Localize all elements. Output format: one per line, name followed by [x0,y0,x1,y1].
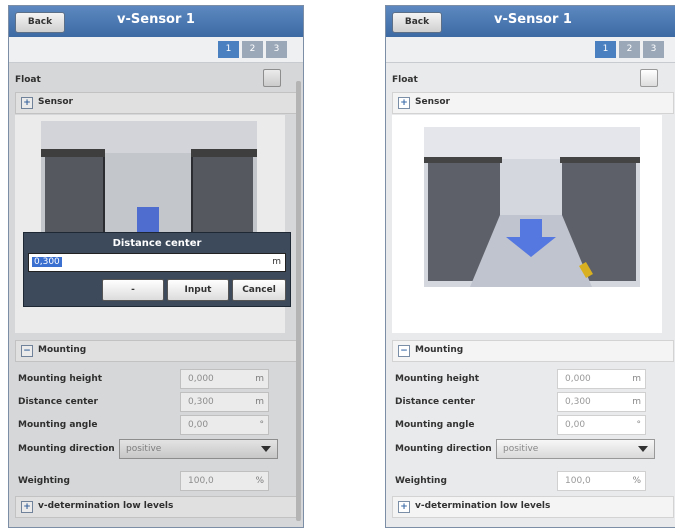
field-label: Distance center [395,397,475,407]
input-button[interactable]: Input [167,279,229,301]
page-tab-3[interactable]: 3 [266,41,287,58]
field-unit: ° [636,420,642,430]
back-button[interactable]: Back [392,12,442,33]
page-tab-2[interactable]: 2 [619,41,640,58]
page-tab-3[interactable]: 3 [643,41,664,58]
channel-illustration [424,127,640,287]
field-unit: % [632,476,641,486]
float-label: Float [392,75,418,85]
field-value: 0,300 [565,397,591,407]
page-tabs: 1 2 3 [386,37,675,63]
dialog-title: Distance center [112,238,202,249]
weighting-field[interactable]: 100,0 % [557,471,646,491]
sensor-illustration [392,115,662,333]
title-bar: Back v-Sensor 1 [9,6,303,37]
screen-title: v-Sensor 1 [494,12,572,27]
screen-left: Back v-Sensor 1 1 2 3 Float + Sensor − M… [8,5,304,528]
mounting-section-label: Mounting [415,345,464,355]
expand-icon: + [398,501,410,513]
field-label: Mounting height [395,374,480,384]
title-bar: Back v-Sensor 1 [386,6,675,37]
weighting-row: Weighting 100,0 % [392,471,674,491]
mounting-height-field[interactable]: 0,000 m [557,369,646,389]
distance-center-row: Distance center 0,300 m [392,392,674,412]
field-unit: m [632,397,641,407]
settings-content: Float + Sensor − Mounting Mounting heigh… [386,63,675,527]
distance-center-field[interactable]: 0,300 m [557,392,646,412]
screen-right: Back v-Sensor 1 1 2 3 Float + Sensor − M… [385,5,675,528]
mounting-direction-select[interactable]: positive [496,439,655,459]
mounting-angle-field[interactable]: 0,00 ° [557,415,646,435]
field-label: Mounting direction [395,444,492,454]
expand-icon: + [398,97,410,109]
low-levels-section-label: v-determination low levels [415,501,551,511]
page-tab-2[interactable]: 2 [242,41,263,58]
select-value: positive [503,444,539,454]
mounting-direction-row: Mounting direction positive [392,439,674,459]
field-label: Mounting angle [395,420,475,430]
input-dialog: Distance center 0,300 m - Input Cancel [23,232,291,307]
collapse-icon: − [398,345,410,357]
page-tab-1[interactable]: 1 [595,41,616,58]
mounting-angle-row: Mounting angle 0,00 ° [392,415,674,435]
dialog-unit: m [272,257,281,267]
field-unit: m [632,374,641,384]
field-label: Weighting [395,476,447,486]
dialog-value-input[interactable]: 0,300 m [28,253,286,272]
page-tab-1[interactable]: 1 [218,41,239,58]
float-checkbox[interactable] [640,69,658,87]
dropdown-arrow-icon [638,446,648,452]
field-value: 0,00 [565,420,586,430]
sensor-section-label: Sensor [415,97,450,107]
field-value: 100,0 [565,476,591,486]
screen-title: v-Sensor 1 [117,12,195,27]
page-tabs: 1 2 3 [9,37,303,63]
mounting-section-header[interactable]: − Mounting [392,340,674,362]
back-button[interactable]: Back [15,12,65,33]
field-value: 0,000 [565,374,591,384]
dialog-value: 0,300 [32,257,62,267]
low-levels-section-header[interactable]: + v-determination low levels [392,496,674,518]
sensor-section-header[interactable]: + Sensor [392,92,674,114]
cancel-button[interactable]: Cancel [232,279,286,301]
minus-button[interactable]: - [102,279,164,301]
mounting-height-row: Mounting height 0,000 m [392,369,674,389]
